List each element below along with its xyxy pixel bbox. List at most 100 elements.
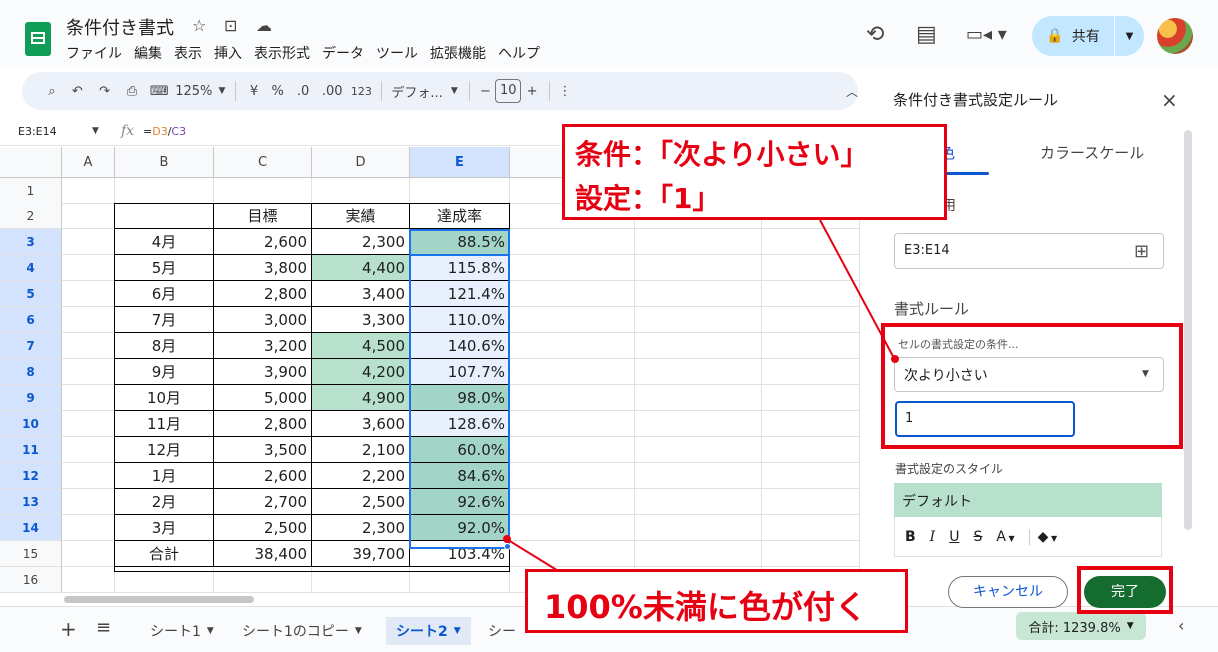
grid-cell[interactable] [62,437,115,463]
grid-cell[interactable] [762,359,860,385]
document-title[interactable]: 条件付き書式 [66,14,174,40]
underline-button[interactable]: U [949,529,959,545]
grid-cell[interactable] [762,541,860,567]
font-size-field[interactable]: 10 [495,79,522,103]
grid-cell[interactable] [635,489,762,515]
menu-tools[interactable]: ツール [376,43,418,63]
name-box[interactable]: E3:E14 [18,125,57,138]
avatar[interactable] [1157,18,1193,54]
strikethrough-button[interactable]: S [973,529,982,545]
font-select[interactable]: デフォ... [388,82,446,101]
close-icon[interactable]: × [1161,88,1178,112]
grid-cell[interactable] [762,489,860,515]
cancel-button[interactable]: キャンセル [948,576,1068,608]
grid-cell[interactable] [635,255,762,281]
grid-cell[interactable] [62,463,115,489]
sheet-tab[interactable]: シート1 ▼ [140,617,224,645]
menu-data[interactable]: データ [322,43,364,63]
grid-cell[interactable] [62,515,115,541]
grid-cell[interactable] [635,411,762,437]
comments-icon[interactable]: ▤ [916,22,937,47]
sheet-tab[interactable]: シート1のコピー ▼ [232,617,372,645]
share-dropdown-icon[interactable]: ▼ [1115,31,1144,42]
grid-cell[interactable] [510,281,635,307]
table-cell[interactable]: 3,800 [214,255,312,281]
more-options-icon[interactable]: ⋮ [556,84,574,99]
table-cell[interactable]: 4,400 [312,255,410,281]
grid-cell[interactable] [62,255,115,281]
grid-cell[interactable] [62,385,115,411]
menu-file[interactable]: ファイル [66,43,122,63]
row-header[interactable]: 14 [0,515,62,541]
sheet-tab-caret-icon[interactable]: ▼ [207,626,214,636]
bold-button[interactable]: B [905,529,916,545]
undo-icon[interactable]: ↶ [64,84,91,99]
table-cell[interactable]: 88.5% [410,229,510,255]
table-cell[interactable]: 11月 [115,411,214,437]
grid-cell[interactable] [62,229,115,255]
grid-cell[interactable] [510,229,635,255]
grid-cell[interactable] [62,411,115,437]
sheets-logo-icon[interactable] [25,22,51,56]
table-cell[interactable]: 3,000 [214,307,312,333]
panel-scrollbar[interactable] [1184,130,1192,530]
column-header[interactable]: E [410,147,510,178]
table-cell[interactable]: 2,100 [312,437,410,463]
table-cell[interactable]: 7月 [115,307,214,333]
table-cell[interactable]: 110.0% [410,307,510,333]
grid-cell[interactable] [62,359,115,385]
menu-edit[interactable]: 編集 [134,43,162,63]
table-cell[interactable]: 121.4% [410,281,510,307]
table-cell[interactable]: 3,900 [214,359,312,385]
table-header-cell[interactable]: 達成率 [410,203,510,229]
table-cell[interactable]: 84.6% [410,463,510,489]
table-cell[interactable]: 8月 [115,333,214,359]
grid-cell[interactable] [510,359,635,385]
table-cell[interactable]: 4,900 [312,385,410,411]
row-header[interactable]: 11 [0,437,62,463]
menu-view[interactable]: 表示 [174,43,202,63]
grid-cell[interactable] [510,541,635,567]
table-cell[interactable]: 2,800 [214,281,312,307]
number-format-button[interactable]: 123 [348,85,375,98]
grid-cell[interactable] [762,385,860,411]
grid-cell[interactable] [762,411,860,437]
grid-cell[interactable] [62,567,115,593]
select-all-corner[interactable] [0,147,62,178]
total-cell[interactable]: 103.4% [410,541,510,567]
row-header[interactable]: 15 [0,541,62,567]
total-cell[interactable]: 39,700 [312,541,410,567]
table-cell[interactable]: 3月 [115,515,214,541]
sheet-tab-active[interactable]: シート2 ▼ [386,617,471,645]
chevron-left-icon[interactable]: ‹ [1178,616,1184,635]
grid-cell[interactable] [762,437,860,463]
grid-cell[interactable] [762,281,860,307]
font-size-decrease-icon[interactable]: − [475,84,495,99]
grid-cell[interactable] [62,307,115,333]
sheet-tab-caret-icon[interactable]: ▼ [355,626,362,636]
table-cell[interactable]: 3,200 [214,333,312,359]
grid-cell[interactable] [62,489,115,515]
grid-cell[interactable] [410,567,510,593]
italic-button[interactable]: I [930,529,936,545]
table-cell[interactable]: 5,000 [214,385,312,411]
table-header-cell[interactable]: 実績 [312,203,410,229]
row-header[interactable]: 4 [0,255,62,281]
table-cell[interactable]: 2,700 [214,489,312,515]
grid-cell[interactable] [312,567,410,593]
row-header[interactable]: 9 [0,385,62,411]
table-cell[interactable]: 92.0% [410,515,510,541]
table-cell[interactable]: 92.6% [410,489,510,515]
grid-cell[interactable] [312,178,410,204]
table-cell[interactable]: 6月 [115,281,214,307]
grid-cell[interactable] [635,437,762,463]
grid-cell[interactable] [635,333,762,359]
grid-cell[interactable] [762,463,860,489]
grid-cell[interactable] [635,515,762,541]
select-range-icon[interactable]: ⊞ [1134,241,1149,262]
grid-cell[interactable] [62,178,115,204]
sheet-tab[interactable]: シー [478,617,526,645]
row-header[interactable]: 2 [0,203,62,229]
table-cell[interactable]: 9月 [115,359,214,385]
table-cell[interactable]: 12月 [115,437,214,463]
